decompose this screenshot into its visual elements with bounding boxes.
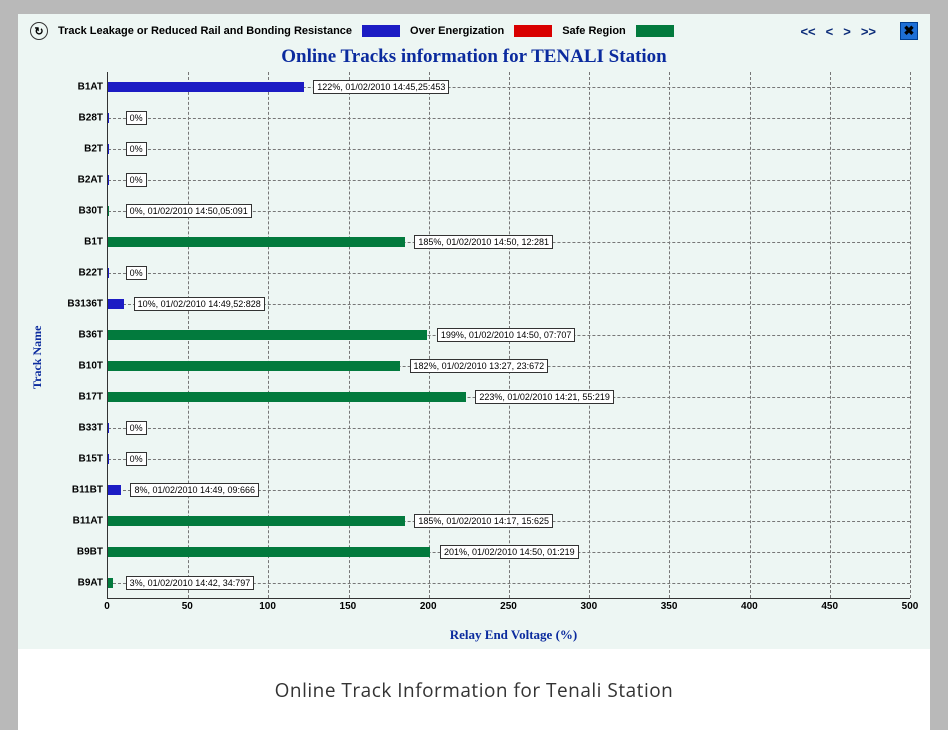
toolbar: ↻ Track Leakage or Reduced Rail and Bond… [28, 22, 920, 44]
figure-caption: Online Track Information for Tenali Stat… [18, 649, 930, 730]
data-bar[interactable] [108, 392, 466, 402]
y-tick-label: B28T [48, 113, 103, 124]
data-bar[interactable] [108, 113, 109, 123]
data-label: 0% [126, 111, 147, 125]
data-bar[interactable] [108, 485, 121, 495]
y-axis-label: Track Name [28, 72, 47, 643]
y-tick-label: B10T [48, 360, 103, 371]
data-label: 0% [126, 142, 147, 156]
data-label: 122%, 01/02/2010 14:45,25:453 [313, 80, 449, 94]
y-tick-label: B1AT [48, 82, 103, 93]
chart-title: Online Tracks information for TENALI Sta… [28, 46, 920, 68]
chart-area: Track Name B1AT122%, 01/02/2010 14:45,25… [28, 72, 920, 643]
y-tick-label: B11AT [48, 515, 103, 526]
x-tick: 50 [182, 601, 193, 612]
plot-grid: B1AT122%, 01/02/2010 14:45,25:453B28T0%B… [107, 72, 910, 599]
row-gridline [108, 118, 910, 120]
data-bar[interactable] [108, 454, 109, 464]
data-label: 201%, 01/02/2010 14:50, 01:219 [440, 545, 579, 559]
y-tick-label: B17T [48, 391, 103, 402]
y-tick-label: B33T [48, 422, 103, 433]
data-bar[interactable] [108, 206, 109, 216]
row-gridline [108, 273, 910, 275]
y-tick-label: B3136T [48, 299, 103, 310]
x-tick: 300 [580, 601, 597, 612]
data-bar[interactable] [108, 516, 405, 526]
data-label: 182%, 01/02/2010 13:27, 23:672 [410, 359, 549, 373]
x-tick: 450 [821, 601, 838, 612]
data-label: 185%, 01/02/2010 14:50, 12:281 [414, 235, 553, 249]
data-label: 185%, 01/02/2010 14:17, 15:625 [414, 514, 553, 528]
x-gridline [910, 72, 911, 598]
nav-prev-button[interactable]: < [826, 24, 834, 39]
y-tick-label: B22T [48, 268, 103, 279]
legend-safe-swatch [636, 25, 674, 37]
nav-first-button[interactable]: << [800, 24, 815, 39]
y-tick-label: B1T [48, 237, 103, 248]
legend-safe-label: Safe Region [562, 25, 626, 37]
y-tick-label: B15T [48, 453, 103, 464]
x-tick: 100 [259, 601, 276, 612]
x-tick: 400 [741, 601, 758, 612]
data-label: 3%, 01/02/2010 14:42, 34:797 [126, 576, 255, 590]
x-tick: 350 [661, 601, 678, 612]
data-label: 199%, 01/02/2010 14:50, 07:707 [437, 328, 576, 342]
y-tick-label: B9AT [48, 577, 103, 588]
app-frame: ↻ Track Leakage or Reduced Rail and Bond… [0, 0, 948, 730]
x-tick: 250 [500, 601, 517, 612]
nav-buttons: << < > >> [800, 24, 876, 39]
data-bar[interactable] [108, 82, 304, 92]
row-gridline [108, 428, 910, 430]
x-axis-label: Relay End Voltage (%) [107, 627, 920, 643]
data-label: 0% [126, 266, 147, 280]
x-tick: 500 [902, 601, 919, 612]
row-gridline [108, 459, 910, 461]
data-label: 10%, 01/02/2010 14:49,52:828 [134, 297, 265, 311]
y-tick-label: B30T [48, 206, 103, 217]
legend-leak-label: Track Leakage or Reduced Rail and Bondin… [58, 25, 352, 37]
data-bar[interactable] [108, 144, 109, 154]
y-tick-label: B11BT [48, 484, 103, 495]
legend-leak-swatch [362, 25, 400, 37]
refresh-icon[interactable]: ↻ [30, 22, 48, 40]
data-bar[interactable] [108, 268, 109, 278]
y-tick-label: B2AT [48, 175, 103, 186]
nav-last-button[interactable]: >> [861, 24, 876, 39]
data-label: 0%, 01/02/2010 14:50,05:091 [126, 204, 252, 218]
chart-panel: ↻ Track Leakage or Reduced Rail and Bond… [18, 14, 930, 649]
data-bar[interactable] [108, 330, 427, 340]
row-gridline [108, 149, 910, 151]
plot-area: B1AT122%, 01/02/2010 14:45,25:453B28T0%B… [107, 72, 920, 643]
data-bar[interactable] [108, 547, 430, 557]
data-label: 0% [126, 421, 147, 435]
legend-over-label: Over Energization [410, 25, 504, 37]
data-bar[interactable] [108, 299, 124, 309]
data-label: 0% [126, 173, 147, 187]
y-tick-label: B36T [48, 330, 103, 341]
close-button[interactable]: ✖ [900, 22, 918, 40]
row-gridline [108, 180, 910, 182]
x-tick: 150 [340, 601, 357, 612]
data-bar[interactable] [108, 237, 405, 247]
data-label: 8%, 01/02/2010 14:49, 09:666 [130, 483, 259, 497]
x-axis-ticks: 050100150200250300350400450500 [107, 599, 910, 629]
data-bar[interactable] [108, 175, 109, 185]
legend-over-swatch [514, 25, 552, 37]
data-label: 223%, 01/02/2010 14:21, 55:219 [475, 390, 614, 404]
x-tick: 200 [420, 601, 437, 612]
x-tick: 0 [104, 601, 110, 612]
data-bar[interactable] [108, 578, 113, 588]
y-tick-label: B2T [48, 144, 103, 155]
data-bar[interactable] [108, 423, 109, 433]
y-tick-label: B9BT [48, 546, 103, 557]
nav-next-button[interactable]: > [843, 24, 851, 39]
data-bar[interactable] [108, 361, 400, 371]
data-label: 0% [126, 452, 147, 466]
